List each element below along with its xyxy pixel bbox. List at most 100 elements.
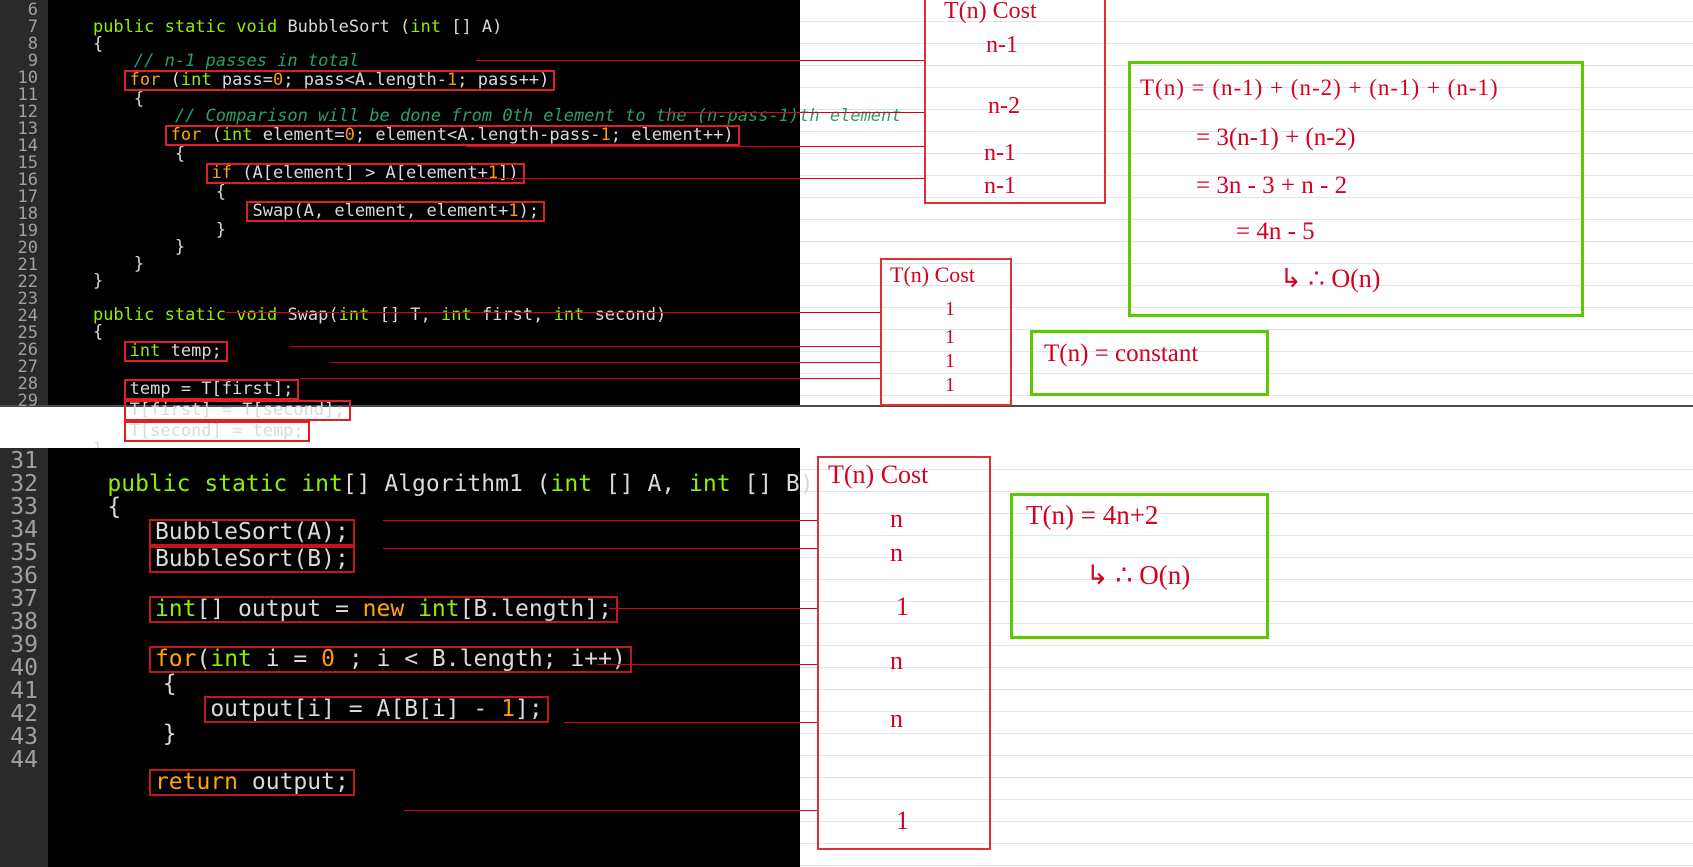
arrow-line — [609, 608, 817, 609]
cost-row: 1 — [896, 592, 909, 622]
text: i = — [252, 646, 321, 672]
brace: { — [175, 144, 185, 164]
arrow-line — [564, 722, 817, 723]
keyword: int — [130, 341, 161, 361]
paren: ( — [212, 125, 222, 145]
keyword: int — [554, 305, 585, 325]
line-number-gutter: 31 32 33 34 35 36 37 38 39 40 41 42 43 4… — [0, 448, 48, 867]
highlight-for-loop: for(int i = 0 ; i < B.length; i++) — [149, 646, 632, 673]
highlight-if: if (A[element] > A[element+1]) — [206, 163, 525, 184]
comment: // Comparison will be done from 0th elem… — [175, 106, 902, 126]
text: [] T, — [369, 305, 441, 325]
derivation-line: = 3n - 3 + n - 2 — [1196, 172, 1347, 200]
highlight-sort-a: BubbleSort(A); — [149, 519, 355, 546]
brace: { — [93, 322, 103, 342]
cost-row: 1 — [945, 350, 955, 373]
text: ; pass++) — [457, 70, 549, 90]
highlight-outer-for: for (int pass=0; pass<A.length-1; pass++… — [124, 70, 556, 91]
arrow-line — [383, 520, 817, 521]
highlight-assign: output[i] = A[B[i] - 1]; — [204, 696, 548, 723]
text: ); — [519, 201, 539, 221]
cost-row: n-2 — [988, 93, 1020, 120]
derivation-line: ↳ ∴ O(n) — [1280, 264, 1380, 294]
cost-row: n — [890, 704, 903, 734]
cost-header: T(n) Cost — [828, 460, 928, 490]
number: 1 — [447, 70, 457, 90]
ident: BubbleSort ( — [287, 17, 410, 37]
arrow-line — [290, 346, 880, 347]
highlight-inner-for: for (int element=0; element<A.length-pas… — [165, 125, 740, 146]
cost-row: n-1 — [984, 173, 1016, 200]
text: ; element<A.length-pass- — [355, 125, 601, 145]
cost-row: 1 — [945, 326, 955, 349]
number: 0 — [321, 646, 335, 672]
text: output; — [238, 769, 349, 795]
keyword: int — [181, 70, 212, 90]
arrow-line — [664, 112, 924, 113]
keyword: public static int — [107, 471, 342, 497]
arrow-line — [300, 378, 880, 379]
params: [] A) — [441, 17, 502, 37]
arrow-line — [404, 810, 817, 811]
arrow-line — [330, 362, 880, 363]
derivation-line: = 4n - 5 — [1236, 218, 1315, 246]
brace: { — [163, 671, 177, 697]
paren: ( — [196, 646, 210, 672]
text: Swap(A, element, element+ — [252, 201, 508, 221]
keyword: int — [210, 646, 252, 672]
number: 1 — [508, 201, 518, 221]
brace: } — [216, 220, 226, 240]
text: output[i] = A[B[i] - — [210, 696, 501, 722]
keyword: int — [441, 305, 472, 325]
highlight-output-decl: int[] output = new int[B.length]; — [149, 596, 618, 623]
ident: Swap( — [287, 305, 338, 325]
brace: { — [216, 182, 226, 202]
cost-row: n-1 — [984, 140, 1016, 167]
cost-box-algorithm1 — [817, 456, 991, 850]
derivation-line: T(n) = (n-1) + (n-2) + (n-1) + (n-1) — [1140, 75, 1499, 101]
line-number-gutter: 6 7 8 9 10 11 12 13 14 15 16 17 18 19 20… — [0, 0, 48, 405]
text: ; i < B.length; i++) — [335, 646, 626, 672]
text: ]) — [498, 163, 518, 183]
keyword: public static void — [93, 17, 277, 37]
brace: } — [134, 254, 144, 274]
number: 0 — [345, 125, 355, 145]
text: T[first] = T[second]; — [130, 400, 345, 420]
keyword-for: for — [155, 646, 197, 672]
text: [] A, — [592, 471, 689, 497]
text: element= — [253, 125, 345, 145]
arrow-line — [470, 178, 924, 179]
keyword: int — [551, 471, 593, 497]
number: 1 — [601, 125, 611, 145]
text: ]; — [515, 696, 543, 722]
brace: { — [107, 494, 121, 520]
text: [] B) — [731, 471, 814, 497]
text: pass= — [212, 70, 273, 90]
number: 0 — [273, 70, 283, 90]
text: [B.length]; — [460, 596, 612, 622]
arrow-line — [383, 548, 817, 549]
text: (A[element] > A[element+ — [242, 163, 488, 183]
derivation-line: ↳ ∴ O(n) — [1086, 560, 1190, 591]
highlight-sort-b: BubbleSort(B); — [149, 546, 355, 573]
text: BubbleSort(B); — [155, 546, 349, 572]
brace: } — [163, 721, 177, 747]
cost-row: n-1 — [986, 32, 1018, 59]
number: 1 — [488, 163, 498, 183]
number: 1 — [501, 696, 515, 722]
cost-row: 1 — [945, 374, 955, 397]
arrow-line — [597, 664, 817, 665]
cost-header: T(n) Cost — [890, 262, 975, 288]
text: [] output = — [196, 596, 362, 622]
highlight-int-temp: int temp; — [124, 341, 228, 362]
highlight-assign-3: T[second] = temp; — [124, 421, 310, 442]
brace: } — [93, 271, 103, 291]
text: second) — [584, 305, 666, 325]
text: temp = T[first]; — [130, 379, 294, 399]
arrow-line — [476, 60, 924, 61]
cost-row: 1 — [896, 806, 909, 836]
text: T[second] = temp; — [130, 421, 304, 441]
highlight-assign-1: temp = T[first]; — [124, 379, 300, 400]
keyword: int — [689, 471, 731, 497]
text: ; element++) — [611, 125, 734, 145]
